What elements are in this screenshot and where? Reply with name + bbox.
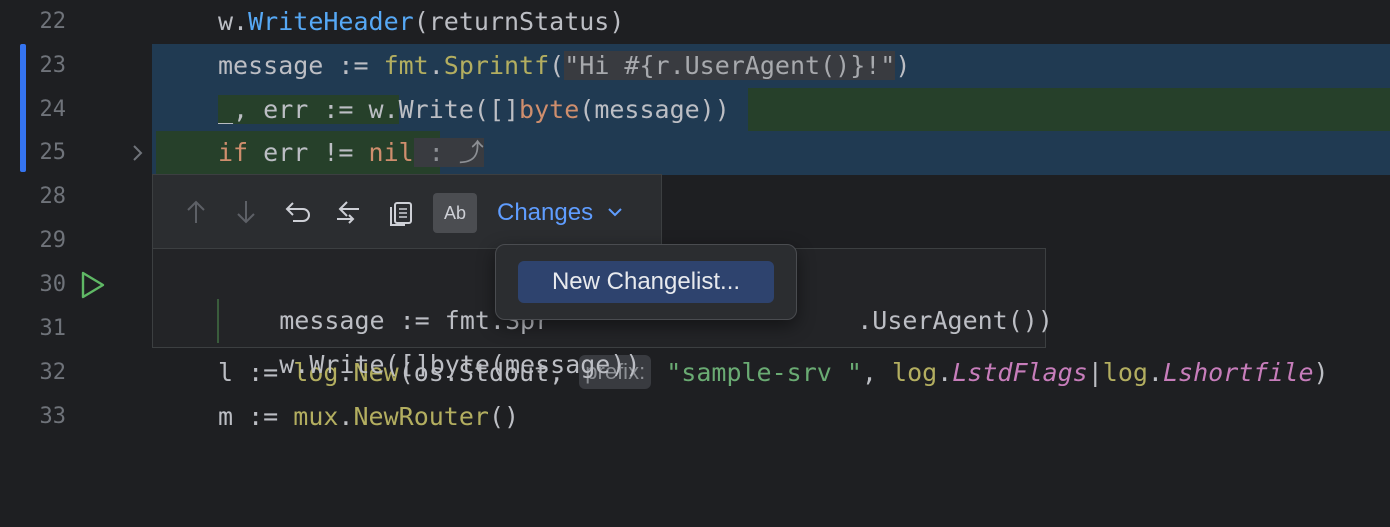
diff-gutter-mark — [217, 299, 219, 343]
line-number: 30 — [39, 272, 67, 297]
line-number: 25 — [39, 140, 67, 165]
changes-dropdown[interactable]: Changes — [497, 193, 624, 233]
line-number: 22 — [39, 9, 67, 34]
line-number: 29 — [39, 228, 67, 253]
line-number: 31 — [39, 316, 67, 341]
line-number: 28 — [39, 184, 67, 209]
line-number: 23 — [39, 53, 67, 78]
code-line[interactable]: w.WriteHeader(returnStatus) — [152, 0, 1390, 44]
merge-icon[interactable] — [333, 195, 367, 229]
diff-line-tail: .UserAgent()) — [857, 306, 1053, 335]
new-changelist-item[interactable]: New Changelist... — [518, 261, 774, 303]
editor-gutter: 22 23 24 25 28 29 30 31 32 33 — [0, 0, 152, 434]
code-line[interactable]: message := fmt.Sprintf("Hi #{r.UserAgent… — [152, 44, 1390, 88]
copy-icon[interactable] — [385, 195, 419, 229]
line-number: 33 — [39, 404, 67, 429]
folded-region: : ⤴ — [413, 138, 484, 167]
down-arrow-icon[interactable] — [229, 195, 263, 229]
code-line[interactable]: if err != nil : ⤴ — [152, 131, 1390, 175]
code-line[interactable]: m := mux.NewRouter() — [152, 395, 1390, 439]
code-line[interactable]: _, err := w.Write([]byte(message)) — [152, 88, 1390, 132]
chevron-down-icon — [606, 194, 624, 234]
up-arrow-icon[interactable] — [179, 195, 213, 229]
ab-toggle-button[interactable]: Ab — [433, 193, 477, 233]
line-number: 24 — [39, 97, 67, 122]
undo-icon[interactable] — [281, 195, 315, 229]
chevron-right-icon[interactable] — [128, 140, 148, 166]
changelist-popup: New Changelist... — [495, 244, 797, 320]
line-number: 32 — [39, 360, 67, 385]
diff-toolbar: Ab Changes — [152, 174, 662, 249]
run-triangle-icon[interactable] — [80, 271, 106, 299]
